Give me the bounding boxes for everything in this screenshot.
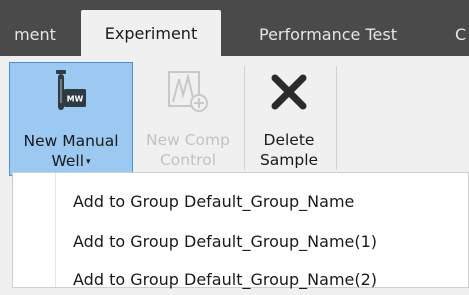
new-manual-well-label-line1: New Manual — [23, 132, 119, 150]
ribbon-separator — [244, 66, 245, 170]
delete-sample-label-line2: Sample — [259, 151, 319, 169]
new-comp-control-label-line1: New Comp — [146, 131, 230, 149]
new-manual-well-label-line2: Well — [51, 152, 85, 170]
menu-item-add-to-group-default-1[interactable]: Add to Group Default_Group_Name(1) — [73, 225, 453, 257]
tab-performance-test[interactable]: Performance Test — [222, 12, 434, 56]
new-manual-well-button[interactable]: MW New Manual Well ▾ — [9, 62, 133, 176]
delete-x-icon — [261, 64, 317, 120]
ribbon-panel: MW New Manual Well ▾ New Comp Control De… — [0, 56, 469, 184]
new-comp-control-button: New Comp Control — [137, 62, 239, 176]
add-to-group-dropdown-menu: Add to Group Default_Group_Name Add to G… — [12, 172, 469, 289]
new-comp-control-label-line2: Control — [159, 151, 216, 169]
dropdown-caret-icon[interactable]: ▾ — [86, 157, 91, 167]
delete-sample-button[interactable]: Delete Sample — [247, 62, 331, 176]
tab-instrument[interactable]: ment — [0, 12, 78, 56]
comp-control-chart-icon — [160, 64, 216, 120]
left-panel-edge — [0, 184, 12, 288]
ribbon-tab-bar: ment Experiment Performance Test C — [0, 0, 469, 56]
mw-icon-label: MW — [67, 95, 84, 104]
menu-item-add-to-group-default-2[interactable]: Add to Group Default_Group_Name(2) — [73, 263, 453, 295]
menu-item-add-to-group-default[interactable]: Add to Group Default_Group_Name — [73, 185, 453, 217]
manual-well-tube-icon: MW — [43, 65, 99, 121]
tab-experiment[interactable]: Experiment — [81, 10, 221, 56]
ribbon-separator — [336, 66, 337, 170]
delete-sample-label-line1: Delete — [263, 131, 315, 149]
tab-next[interactable]: C — [449, 12, 469, 56]
menu-icon-gutter — [13, 173, 56, 287]
